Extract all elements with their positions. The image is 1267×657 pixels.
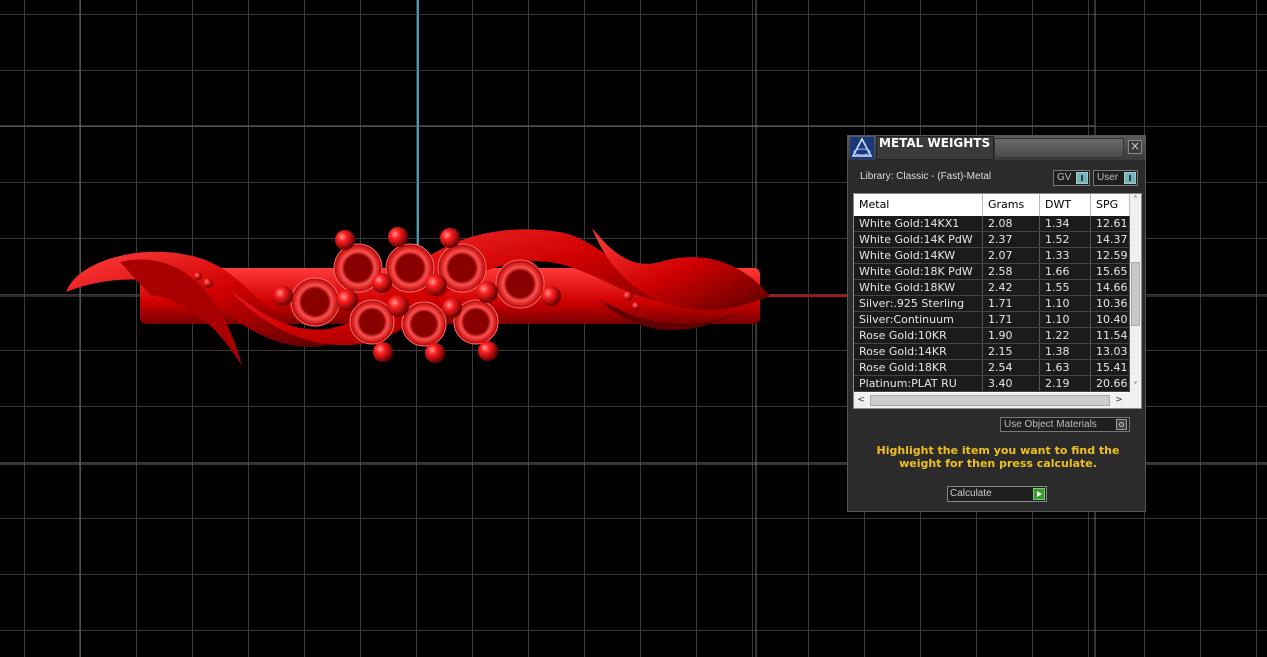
table-row[interactable]: White Gold:14KW 2.07 1.33 12.59: [854, 248, 1130, 264]
instruction-text: Highlight the item you want to find the …: [876, 444, 1120, 470]
metal-table[interactable]: Metal Grams DWT SPG White Gold:14KX1 2.0…: [853, 193, 1142, 409]
cell-dwt: 1.33: [1040, 248, 1091, 263]
cell-spg: 10.40: [1091, 312, 1130, 327]
scroll-up-icon[interactable]: ˄: [1130, 194, 1141, 206]
cell-metal: White Gold:14KX1: [854, 216, 983, 231]
cell-grams: 3.40: [983, 376, 1040, 391]
table-row[interactable]: White Gold:14KX1 2.08 1.34 12.61: [854, 216, 1130, 232]
table-row[interactable]: Silver:Continuum 1.71 1.10 10.40: [854, 312, 1130, 328]
cell-spg: 14.37: [1091, 232, 1130, 247]
cell-metal: Silver:.925 Sterling: [854, 296, 983, 311]
column-header-spg[interactable]: SPG: [1091, 194, 1130, 216]
cell-dwt: 1.10: [1040, 296, 1091, 311]
cell-spg: 20.66: [1091, 376, 1130, 391]
gv-toggle-label: GV: [1057, 172, 1072, 183]
cell-spg: 13.03: [1091, 344, 1130, 359]
cell-grams: 2.58: [983, 264, 1040, 279]
use-object-materials-label: Use Object Materials: [1004, 419, 1097, 430]
cell-grams: 1.71: [983, 296, 1040, 311]
play-arrow-icon: [1033, 488, 1045, 500]
cell-spg: 12.59: [1091, 248, 1130, 263]
cell-dwt: 1.34: [1040, 216, 1091, 231]
title-bar-fill: [994, 138, 1124, 158]
gv-toggle[interactable]: GV: [1053, 170, 1090, 186]
cell-grams: 2.42: [983, 280, 1040, 295]
table-row[interactable]: Rose Gold:14KR 2.15 1.38 13.03: [854, 344, 1130, 360]
cell-grams: 2.07: [983, 248, 1040, 263]
cell-dwt: 1.10: [1040, 312, 1091, 327]
library-label: Library: Classic - (Fast)-Metal: [860, 171, 992, 182]
table-row[interactable]: White Gold:14K PdW 2.37 1.52 14.37: [854, 232, 1130, 248]
table-row[interactable]: Platinum:PLAT RU 3.40 2.19 20.66: [854, 376, 1130, 392]
table-row[interactable]: Silver:.925 Sterling 1.71 1.10 10.36: [854, 296, 1130, 312]
column-header-dwt[interactable]: DWT: [1040, 194, 1091, 216]
user-toggle[interactable]: User: [1093, 170, 1138, 186]
cell-dwt: 1.66: [1040, 264, 1091, 279]
cell-metal: Rose Gold:14KR: [854, 344, 983, 359]
cell-dwt: 2.19: [1040, 376, 1091, 391]
vertical-scroll-thumb[interactable]: [1131, 262, 1140, 326]
panel-title: METAL WEIGHTS: [876, 136, 994, 160]
cell-spg: 15.65: [1091, 264, 1130, 279]
cell-metal: White Gold:14K PdW: [854, 232, 983, 247]
cell-metal: White Gold:18KW: [854, 280, 983, 295]
cell-metal: Rose Gold:10KR: [854, 328, 983, 343]
cell-metal: Rose Gold:18KR: [854, 360, 983, 375]
scroll-down-icon[interactable]: ˅: [1130, 380, 1141, 392]
cell-metal: White Gold:14KW: [854, 248, 983, 263]
table-body: White Gold:14KX1 2.08 1.34 12.61 White G…: [854, 216, 1130, 392]
cell-spg: 10.36: [1091, 296, 1130, 311]
use-object-materials-button[interactable]: Use Object Materials: [1000, 417, 1130, 432]
cell-spg: 14.66: [1091, 280, 1130, 295]
cell-grams: 2.54: [983, 360, 1040, 375]
user-toggle-label: User: [1097, 172, 1119, 183]
cell-spg: 15.41: [1091, 360, 1130, 375]
calculate-label: Calculate: [950, 488, 992, 499]
cell-dwt: 1.52: [1040, 232, 1091, 247]
table-row[interactable]: White Gold:18KW 2.42 1.55 14.66: [854, 280, 1130, 296]
cell-dwt: 1.63: [1040, 360, 1091, 375]
cell-dwt: 1.38: [1040, 344, 1091, 359]
cell-dwt: 1.22: [1040, 328, 1091, 343]
column-header-grams[interactable]: Grams: [983, 194, 1040, 216]
metal-weights-panel: METAL WEIGHTS × Library: Classic - (Fast…: [847, 135, 1146, 512]
cell-grams: 2.15: [983, 344, 1040, 359]
cell-grams: 2.37: [983, 232, 1040, 247]
scroll-right-icon[interactable]: >: [1112, 393, 1126, 408]
cell-metal: Silver:Continuum: [854, 312, 983, 327]
toggle-icon: [1124, 172, 1136, 184]
cell-metal: White Gold:18K PdW: [854, 264, 983, 279]
radio-icon: [1116, 419, 1127, 430]
horizontal-scrollbar[interactable]: < >: [854, 393, 1141, 408]
cell-grams: 1.71: [983, 312, 1040, 327]
vertical-scrollbar[interactable]: ˄ ˅: [1130, 194, 1141, 394]
table-row[interactable]: Rose Gold:18KR 2.54 1.63 15.41: [854, 360, 1130, 376]
column-header-metal[interactable]: Metal: [854, 194, 983, 216]
scroll-left-icon[interactable]: <: [854, 393, 868, 408]
cell-metal: Platinum:PLAT RU: [854, 376, 983, 391]
table-row[interactable]: Rose Gold:10KR 1.90 1.22 11.54: [854, 328, 1130, 344]
close-icon[interactable]: ×: [1128, 140, 1142, 154]
table-row[interactable]: White Gold:18K PdW 2.58 1.66 15.65: [854, 264, 1130, 280]
toggle-icon: [1076, 172, 1088, 184]
cell-spg: 12.61: [1091, 216, 1130, 231]
panel-titlebar[interactable]: METAL WEIGHTS ×: [848, 136, 1145, 160]
horizontal-scroll-thumb[interactable]: [870, 395, 1110, 406]
cell-grams: 2.08: [983, 216, 1040, 231]
table-header: Metal Grams DWT SPG: [854, 194, 1130, 216]
cell-spg: 11.54: [1091, 328, 1130, 343]
app-logo-icon: [850, 137, 874, 159]
calculate-button[interactable]: Calculate: [947, 486, 1047, 502]
cell-dwt: 1.55: [1040, 280, 1091, 295]
cell-grams: 1.90: [983, 328, 1040, 343]
